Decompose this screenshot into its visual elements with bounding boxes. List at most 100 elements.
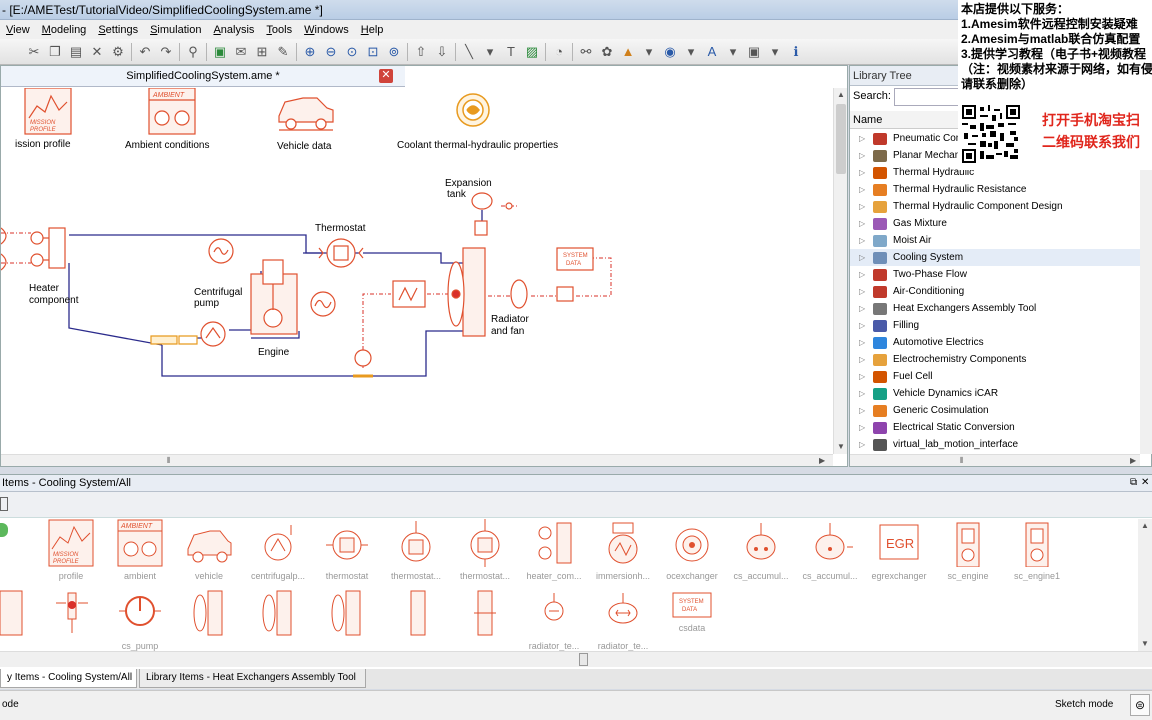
menu-settings[interactable]: Settings [98,24,138,36]
scroll-grip-icon[interactable]: ⦀ [960,456,964,466]
expand-icon[interactable]: ▷ [850,266,865,283]
expand-icon[interactable]: ▷ [850,130,865,147]
sketch-canvas[interactable]: MISSION PROFILE AMBIENT SYSTEM DATA issi… [0,87,831,454]
expand-icon[interactable]: ▷ [850,419,865,436]
expand-icon[interactable]: ▷ [850,198,865,215]
dropdown-icon[interactable]: ▾ [725,44,741,60]
font-icon[interactable]: A [704,44,720,60]
tree-item[interactable]: ▷ Generic Cosimulation [850,402,1140,419]
library-item-oc-exchanger[interactable]: ocexchanger [661,519,723,589]
library-item-heater[interactable]: heater_com... [523,519,585,589]
library-item-thermostat-2[interactable]: thermostat... [385,519,447,589]
library-item-radiator-temperature[interactable]: radiator_te... [523,589,585,659]
library-item-injector[interactable] [40,589,102,659]
paste-icon[interactable]: ▤ [68,44,84,60]
expand-icon[interactable]: ▷ [850,181,865,198]
coolant-properties-icon[interactable] [456,93,490,127]
view-mode-icon[interactable] [0,497,8,511]
tree-item[interactable]: ▷ Heat Exchangers Assembly Tool [850,300,1140,317]
zoom-out-icon[interactable]: ⊖ [323,44,339,60]
library-item-centrifugal-pump[interactable]: centrifugalp... [247,519,309,589]
image-icon[interactable]: ▨ [524,44,540,60]
zoom-fit-icon[interactable]: ⊙ [344,44,360,60]
tab-cooling-system-items[interactable]: y Items - Cooling System/All [0,669,137,688]
sketch-vertical-scrollbar[interactable]: ▲ ▼ [833,88,847,454]
expand-icon[interactable]: ▷ [850,334,865,351]
zoom-area-icon[interactable]: ⊡ [365,44,381,60]
library-item-sc-engine-1[interactable]: sc_engine1 [1006,519,1068,589]
menu-help[interactable]: Help [361,24,384,36]
scroll-right-icon[interactable]: ▶ [819,456,825,465]
tree-item[interactable]: ▷ Electrical Static Conversion [850,419,1140,436]
maximize-icon[interactable]: ⧉ [1130,477,1137,488]
expand-icon[interactable]: ▷ [850,164,865,181]
library-items-vertical-scrollbar[interactable]: ▲ ▼ [1138,519,1152,651]
supercomponent-icon[interactable]: ⊞ [254,44,270,60]
library-item-radiator-temperature-2[interactable]: radiator_te... [592,589,654,659]
tree-item[interactable]: ▷ Moist Air [850,232,1140,249]
expand-icon[interactable]: ▷ [850,368,865,385]
library-tree-vertical-scrollbar[interactable] [1140,130,1152,454]
library-item-partial[interactable] [0,589,42,659]
component-icon[interactable]: ▣ [212,44,228,60]
library-item-radiator-2[interactable] [247,589,309,659]
tree-item[interactable]: ▷ Vehicle Dynamics iCAR [850,385,1140,402]
zoom-in-icon[interactable]: ⊕ [302,44,318,60]
library-item-vehicle[interactable]: vehicle [178,519,240,589]
tree-item[interactable]: ▷ Automotive Electrics [850,334,1140,351]
line-icon[interactable]: ╲ [461,44,477,60]
dropdown-icon[interactable]: ▾ [683,44,699,60]
fill-colour-icon[interactable]: ▲ [620,44,636,60]
expand-icon[interactable]: ▷ [850,317,865,334]
engine-component[interactable] [250,259,336,335]
library-item-csdata[interactable]: SYSTEM DATA csdata [661,589,723,659]
redo-icon[interactable]: ↷ [158,44,174,60]
menu-simulation[interactable]: Simulation [150,24,201,36]
text-icon[interactable]: T [503,44,519,60]
radiator-fan-component[interactable] [353,247,574,378]
scroll-right-icon[interactable]: ▶ [1130,456,1136,465]
sketch-tab[interactable]: SimplifiedCoolingSystem.ame * [1,66,405,87]
undo-icon[interactable]: ↶ [137,44,153,60]
expand-icon[interactable]: ▷ [850,300,865,317]
expand-icon[interactable]: ▷ [850,232,865,249]
menu-tools[interactable]: Tools [266,24,292,36]
library-items-horizontal-scrollbar[interactable] [0,651,1152,667]
menu-analysis[interactable]: Analysis [213,24,254,36]
line-colour-icon[interactable]: ◉ [662,44,678,60]
zoom-select-icon[interactable]: ⊚ [386,44,402,60]
tree-item[interactable]: ▷ Thermal Hydraulic Component Design [850,198,1140,215]
expand-icon[interactable]: ▷ [850,436,865,453]
library-tree-horizontal-scrollbar[interactable]: ⦀ ▶ [850,454,1140,466]
library-item-egr-exchanger[interactable]: EGR egrexchanger [868,519,930,589]
dropdown-icon[interactable]: ▾ [641,44,657,60]
move-up-icon[interactable]: ⇧ [413,44,429,60]
scroll-thumb[interactable] [579,653,588,666]
library-item-radiator-3[interactable] [316,589,378,659]
scroll-thumb[interactable] [836,104,846,174]
menu-modeling[interactable]: Modeling [42,24,87,36]
copy-icon[interactable]: ❐ [47,44,63,60]
tab-heat-exchangers-items[interactable]: Library Items - Heat Exchangers Assembly… [139,669,366,688]
gauge-icon[interactable]: ◔ [551,44,567,60]
tree-item[interactable]: ▷ Air-Conditioning [850,283,1140,300]
close-icon[interactable]: ✕ [379,69,393,83]
library-item-radiator-4[interactable] [385,589,447,659]
tree-item[interactable]: ▷ Thermal Hydraulic Resistance [850,181,1140,198]
tree-item[interactable]: ▷ Filling [850,317,1140,334]
library-item-cs-pump[interactable]: cs_pump [109,589,171,659]
info-icon[interactable]: ℹ [788,44,804,60]
dropdown-icon[interactable]: ▾ [482,44,498,60]
lock-icon[interactable]: ⊜ [1130,694,1150,716]
expand-icon[interactable]: ▷ [850,283,865,300]
library-item-radiator-5[interactable] [454,589,516,659]
library-item-immersion-heater[interactable]: immersionh... [592,519,654,589]
library-item-thermostat-3[interactable]: thermostat... [454,519,516,589]
library-item-profile[interactable]: MISSION PROFILE profile [40,519,102,589]
picture-icon[interactable]: ▣ [746,44,762,60]
delete-icon[interactable]: ✕ [89,44,105,60]
library-item-radiator[interactable] [178,589,240,659]
dropdown-icon[interactable]: ▾ [767,44,783,60]
expand-icon[interactable]: ▷ [850,215,865,232]
link-icon[interactable]: ⚯ [578,44,594,60]
